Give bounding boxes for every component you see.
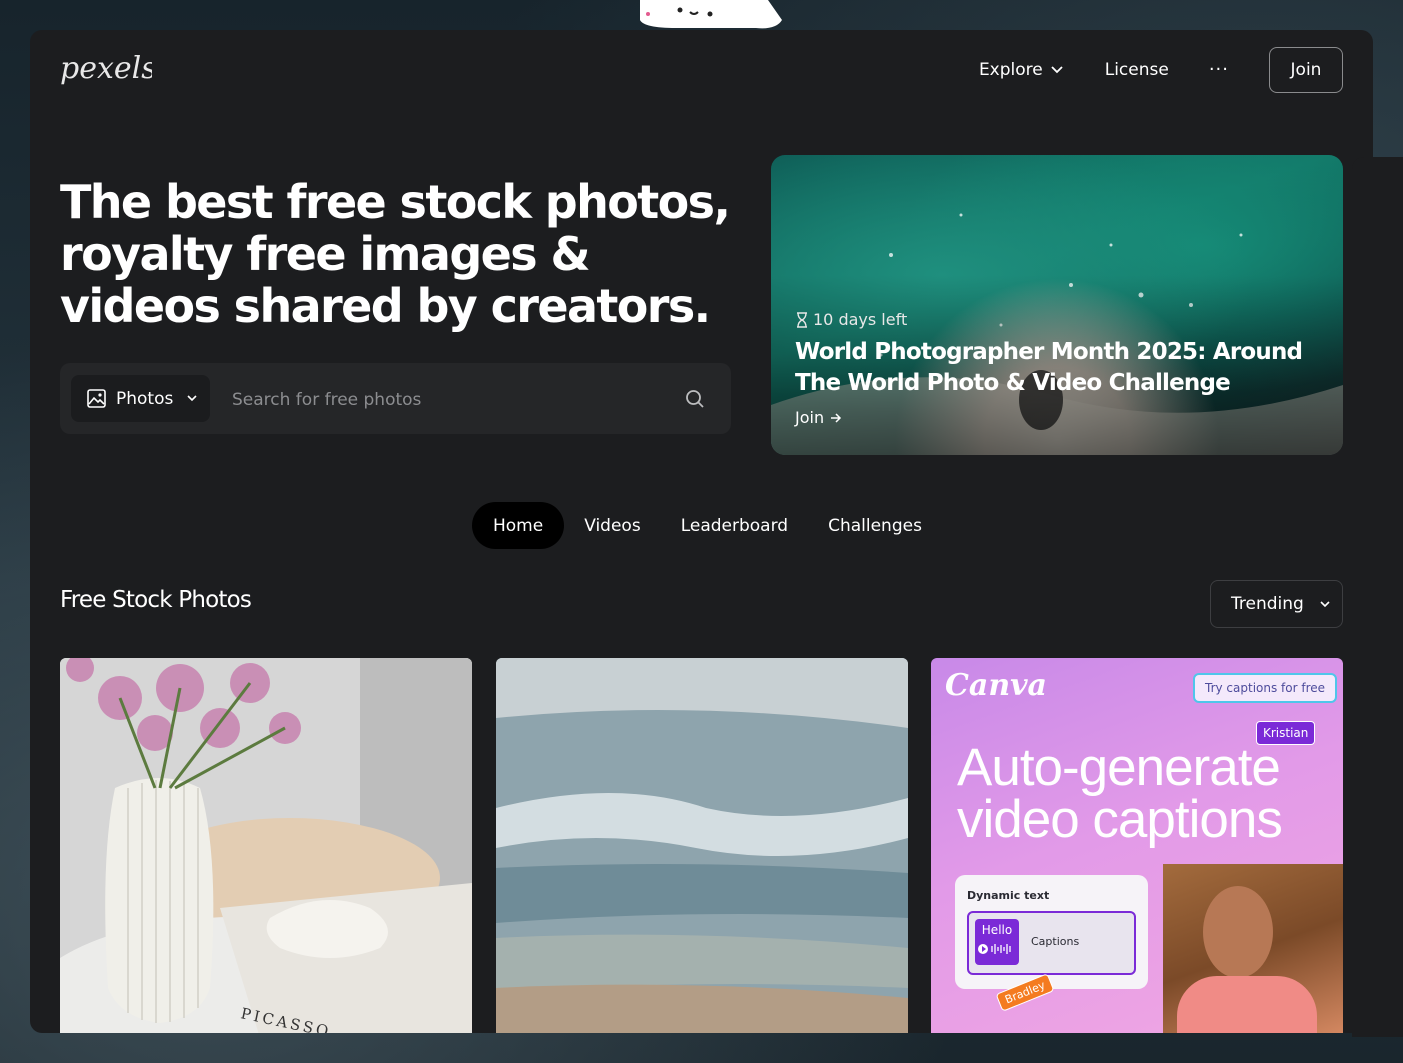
search-type-label: Photos bbox=[116, 388, 174, 409]
sort-label: Trending bbox=[1231, 594, 1304, 614]
explore-menu[interactable]: Explore bbox=[979, 60, 1063, 80]
ocean-waves-photo bbox=[496, 658, 908, 1033]
svg-text:pexels: pexels bbox=[60, 51, 152, 86]
captions-label: Captions bbox=[1031, 935, 1080, 948]
hello-tile: Hello bbox=[975, 919, 1019, 965]
tab-videos[interactable]: Videos bbox=[564, 502, 661, 549]
top-nav: Explore License ··· Join bbox=[979, 46, 1343, 94]
hello-label: Hello bbox=[981, 923, 1013, 937]
search-icon[interactable] bbox=[685, 389, 705, 409]
banner-content: 10 days left World Photographer Month 20… bbox=[795, 310, 1319, 427]
license-link[interactable]: License bbox=[1105, 60, 1169, 80]
photo-card-sea[interactable] bbox=[496, 658, 908, 1033]
dynamic-text-title: Dynamic text bbox=[967, 889, 1050, 902]
tab-home[interactable]: Home bbox=[472, 502, 565, 549]
banner-join-link[interactable]: Join bbox=[795, 408, 1319, 427]
hero-title: The best free stock photos, royalty free… bbox=[60, 175, 731, 333]
ad-headline: Auto-generate video captions bbox=[957, 738, 1283, 849]
app-window: pexels Explore License ··· Join The best… bbox=[30, 30, 1373, 1033]
ad-person-photo bbox=[1163, 864, 1343, 1033]
chevron-down-icon bbox=[1320, 600, 1330, 607]
join-button[interactable]: Join bbox=[1269, 47, 1343, 93]
chevron-down-icon bbox=[1051, 66, 1063, 74]
more-menu-icon[interactable]: ··· bbox=[1209, 61, 1229, 79]
canva-logo: Canva bbox=[945, 668, 1047, 703]
flowers-vase-photo: PICASSO bbox=[60, 658, 472, 1033]
image-icon bbox=[87, 389, 106, 408]
search-bar: Photos bbox=[60, 363, 731, 434]
section-title: Free Stock Photos bbox=[60, 587, 252, 613]
section-tabs: Home Videos Leaderboard Challenges bbox=[472, 502, 942, 549]
hourglass-icon bbox=[797, 311, 807, 328]
chevron-down-icon bbox=[187, 395, 197, 402]
tab-leaderboard[interactable]: Leaderboard bbox=[661, 502, 808, 549]
side-panel-edge bbox=[1352, 157, 1403, 1037]
explore-label: Explore bbox=[978, 60, 1043, 80]
challenge-banner[interactable]: 10 days left World Photographer Month 20… bbox=[771, 155, 1343, 455]
banner-join-label: Join bbox=[795, 408, 825, 427]
try-captions-button[interactable]: Try captions for free bbox=[1193, 673, 1338, 703]
search-input[interactable] bbox=[230, 383, 674, 417]
person-shirt bbox=[1177, 976, 1317, 1033]
banner-countdown: 10 days left bbox=[795, 310, 1319, 329]
sort-dropdown[interactable]: Trending bbox=[1210, 580, 1343, 628]
dynamic-text-card: Dynamic text Hello Captions bbox=[955, 875, 1148, 989]
captions-panel: Hello Captions bbox=[967, 911, 1136, 975]
arrow-right-icon bbox=[831, 412, 842, 423]
person-face bbox=[1203, 886, 1273, 978]
pexels-logo[interactable]: pexels bbox=[60, 48, 152, 92]
tab-challenges[interactable]: Challenges bbox=[808, 502, 942, 549]
banner-title: World Photographer Month 2025: Around Th… bbox=[795, 339, 1303, 396]
search-type-dropdown[interactable]: Photos bbox=[71, 375, 210, 422]
canva-ad-card[interactable]: Canva Try captions for free Kristian Aut… bbox=[931, 658, 1343, 1033]
audio-wave-icon bbox=[978, 944, 1011, 954]
days-left-label: 10 days left bbox=[813, 310, 908, 329]
photo-card-flowers[interactable]: PICASSO bbox=[60, 658, 472, 1033]
